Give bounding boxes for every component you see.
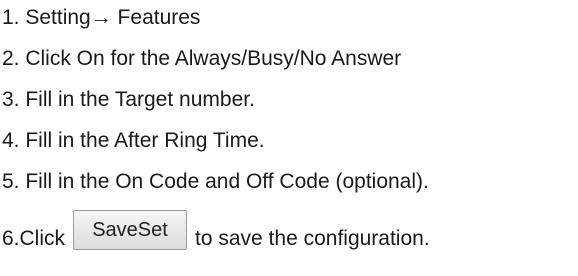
step-6-line: 6.Click SaveSet to save the configuratio… <box>2 210 430 259</box>
step-5-text: 5. Fill in the On Code and Off Code (opt… <box>2 170 429 193</box>
step-6-prefix: 6.Click <box>2 227 66 250</box>
step-3-text: 3. Fill in the Target number. <box>2 88 255 111</box>
step-4-text: 4. Fill in the After Ring Time. <box>2 129 265 152</box>
step-6-suffix: to save the configuration. <box>195 227 430 250</box>
step-2-text: 2. Click On for the Always/Busy/No Answe… <box>2 47 402 70</box>
step-1-text: 1. Setting→ Features <box>2 6 201 29</box>
saveset-button[interactable]: SaveSet <box>73 210 188 250</box>
